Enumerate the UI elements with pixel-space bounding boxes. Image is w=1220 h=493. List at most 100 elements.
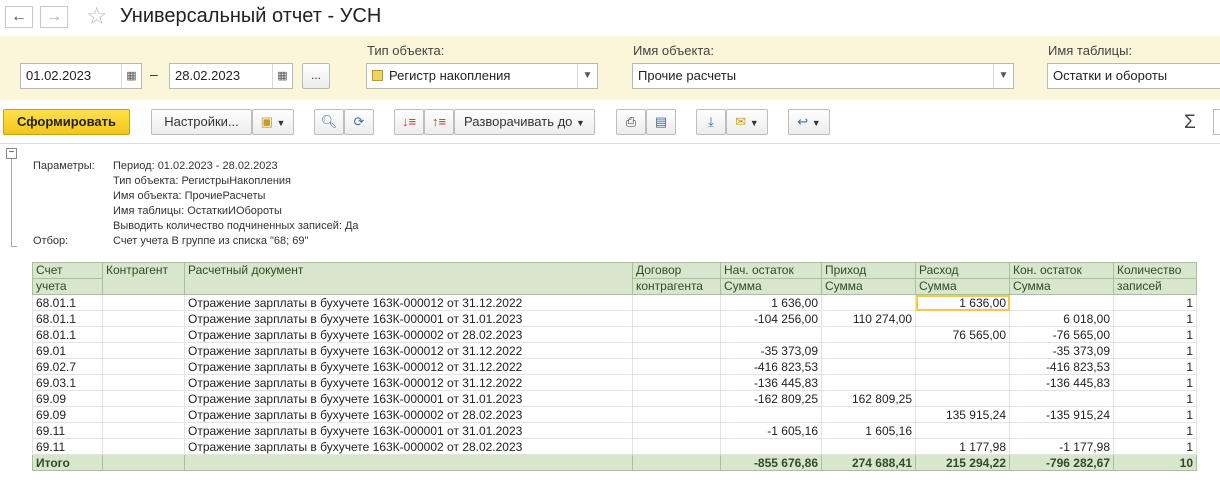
send-email-button[interactable]: ✉ ▼ xyxy=(726,109,768,135)
cell-end-balance[interactable]: -136 445,83 xyxy=(1009,374,1114,391)
sort-asc-button[interactable]: ↑≡ xyxy=(424,109,454,135)
cell-account[interactable]: 69.09 xyxy=(32,390,103,407)
cell-document[interactable]: Отражение зарплаты в бухучете 163К-00000… xyxy=(184,422,633,439)
cell-end-balance[interactable]: -35 373,09 xyxy=(1009,342,1114,359)
cell-contract[interactable] xyxy=(632,358,721,375)
cell-contract[interactable] xyxy=(632,342,721,359)
cell-document[interactable]: Отражение зарплаты в бухучете 163К-00000… xyxy=(184,326,633,343)
cell-start-balance[interactable]: -162 809,25 xyxy=(720,390,822,407)
cell-document[interactable]: Отражение зарплаты в бухучете 163К-00000… xyxy=(184,390,633,407)
save-button[interactable]: ⤓ xyxy=(696,109,726,135)
cell-income[interactable] xyxy=(821,406,916,423)
cell-contract[interactable] xyxy=(632,406,721,423)
cell-expense[interactable] xyxy=(915,422,1010,439)
cell-contract[interactable] xyxy=(632,438,721,455)
favorite-star-icon[interactable]: ☆ xyxy=(86,2,108,31)
more-actions-button[interactable]: ↩ ▼ xyxy=(788,109,830,135)
cell-account[interactable]: 68.01.1 xyxy=(32,310,103,327)
chevron-down-icon[interactable]: ▼ xyxy=(993,64,1013,88)
cell-contract[interactable] xyxy=(632,374,721,391)
table-row[interactable]: 69.09 Отражение зарплаты в бухучете 163К-… xyxy=(32,406,1197,423)
cell-start-balance[interactable]: -136 445,83 xyxy=(720,374,822,391)
cell-end-balance[interactable] xyxy=(1009,422,1114,439)
preview-button[interactable]: ▤ xyxy=(646,109,676,135)
table-row[interactable]: 69.09 Отражение зарплаты в бухучете 163К-… xyxy=(32,390,1197,407)
cell-count[interactable]: 1 xyxy=(1113,310,1197,327)
sum-icon[interactable]: Σ xyxy=(1184,112,1196,134)
cell-contract[interactable] xyxy=(632,390,721,407)
cell-income[interactable] xyxy=(821,374,916,391)
cell-income[interactable]: 1 605,16 xyxy=(821,422,916,439)
cell-counterparty[interactable] xyxy=(102,390,185,407)
cell-contract[interactable] xyxy=(632,310,721,327)
cell-account[interactable]: 69.01 xyxy=(32,342,103,359)
cell-count[interactable]: 1 xyxy=(1113,374,1197,391)
cell-document[interactable]: Отражение зарплаты в бухучете 163К-00000… xyxy=(184,310,633,327)
cell-counterparty[interactable] xyxy=(102,374,185,391)
cell-start-balance[interactable] xyxy=(720,326,822,343)
back-arrow-icon[interactable]: ← xyxy=(5,6,33,28)
cell-count[interactable]: 1 xyxy=(1113,390,1197,407)
cell-expense[interactable]: 1 177,98 xyxy=(915,438,1010,455)
chevron-down-icon[interactable]: ▼ xyxy=(577,64,597,88)
cell-account[interactable]: 68.01.1 xyxy=(32,294,103,311)
table-name-select[interactable]: Остатки и обороты xyxy=(1047,63,1220,89)
cell-start-balance[interactable]: -35 373,09 xyxy=(720,342,822,359)
table-row[interactable]: 68.01.1 Отражение зарплаты в бухучете 163… xyxy=(32,294,1197,311)
cell-income[interactable] xyxy=(821,438,916,455)
cell-end-balance[interactable] xyxy=(1009,390,1114,407)
variant-menu-button[interactable]: ▣ ▼ xyxy=(252,109,294,135)
cell-start-balance[interactable] xyxy=(720,406,822,423)
calendar-icon[interactable]: ▦ xyxy=(272,64,292,88)
cell-counterparty[interactable] xyxy=(102,438,185,455)
cell-expense[interactable] xyxy=(915,374,1010,391)
find-next-button[interactable]: ⟳ xyxy=(344,109,374,135)
cell-start-balance[interactable]: -104 256,00 xyxy=(720,310,822,327)
object-type-select[interactable]: Регистр накопления ▼ xyxy=(366,63,598,89)
cell-counterparty[interactable] xyxy=(102,422,185,439)
cell-account[interactable]: 69.11 xyxy=(32,422,103,439)
cell-counterparty[interactable] xyxy=(102,310,185,327)
cell-income[interactable]: 162 809,25 xyxy=(821,390,916,407)
cell-income[interactable]: 110 274,00 xyxy=(821,310,916,327)
cell-counterparty[interactable] xyxy=(102,342,185,359)
forward-arrow-icon[interactable]: → xyxy=(40,6,68,28)
cell-expense[interactable] xyxy=(915,390,1010,407)
expand-to-button[interactable]: Разворачивать до ▼ xyxy=(454,109,595,135)
cell-document[interactable]: Отражение зарплаты в бухучете 163К-00001… xyxy=(184,374,633,391)
cell-count[interactable]: 1 xyxy=(1113,342,1197,359)
table-row[interactable]: 69.01 Отражение зарплаты в бухучете 163К-… xyxy=(32,342,1197,359)
cell-contract[interactable] xyxy=(632,422,721,439)
table-row[interactable]: 69.11 Отражение зарплаты в бухучете 163К-… xyxy=(32,422,1197,439)
table-row[interactable]: 69.02.7 Отражение зарплаты в бухучете 163… xyxy=(32,358,1197,375)
table-row[interactable]: 69.03.1 Отражение зарплаты в бухучете 163… xyxy=(32,374,1197,391)
cell-end-balance[interactable]: -135 915,24 xyxy=(1009,406,1114,423)
cell-start-balance[interactable] xyxy=(720,438,822,455)
cell-end-balance[interactable]: -416 823,53 xyxy=(1009,358,1114,375)
settings-button[interactable]: Настройки... xyxy=(151,109,252,135)
cell-expense[interactable]: 1 636,00 xyxy=(915,294,1010,311)
date-from-field[interactable]: 01.02.2023 ▦ xyxy=(20,63,142,89)
cell-counterparty[interactable] xyxy=(102,358,185,375)
cell-counterparty[interactable] xyxy=(102,326,185,343)
cell-end-balance[interactable] xyxy=(1009,294,1114,311)
collapse-icon[interactable]: − xyxy=(6,148,17,159)
cell-expense[interactable]: 135 915,24 xyxy=(915,406,1010,423)
print-button[interactable]: ⎙ xyxy=(616,109,646,135)
cell-end-balance[interactable]: -76 565,00 xyxy=(1009,326,1114,343)
cell-count[interactable]: 1 xyxy=(1113,438,1197,455)
calendar-icon[interactable]: ▦ xyxy=(121,64,141,88)
cell-end-balance[interactable]: -1 177,98 xyxy=(1009,438,1114,455)
object-name-select[interactable]: Прочие расчеты ▼ xyxy=(632,63,1014,89)
cell-account[interactable]: 68.01.1 xyxy=(32,326,103,343)
cell-income[interactable] xyxy=(821,358,916,375)
cell-income[interactable] xyxy=(821,342,916,359)
cell-contract[interactable] xyxy=(632,294,721,311)
cell-expense[interactable]: 76 565,00 xyxy=(915,326,1010,343)
cell-document[interactable]: Отражение зарплаты в бухучете 163К-00001… xyxy=(184,342,633,359)
cell-count[interactable]: 1 xyxy=(1113,326,1197,343)
cell-document[interactable]: Отражение зарплаты в бухучете 163К-00000… xyxy=(184,406,633,423)
cell-counterparty[interactable] xyxy=(102,406,185,423)
cell-contract[interactable] xyxy=(632,326,721,343)
cell-account[interactable]: 69.11 xyxy=(32,438,103,455)
